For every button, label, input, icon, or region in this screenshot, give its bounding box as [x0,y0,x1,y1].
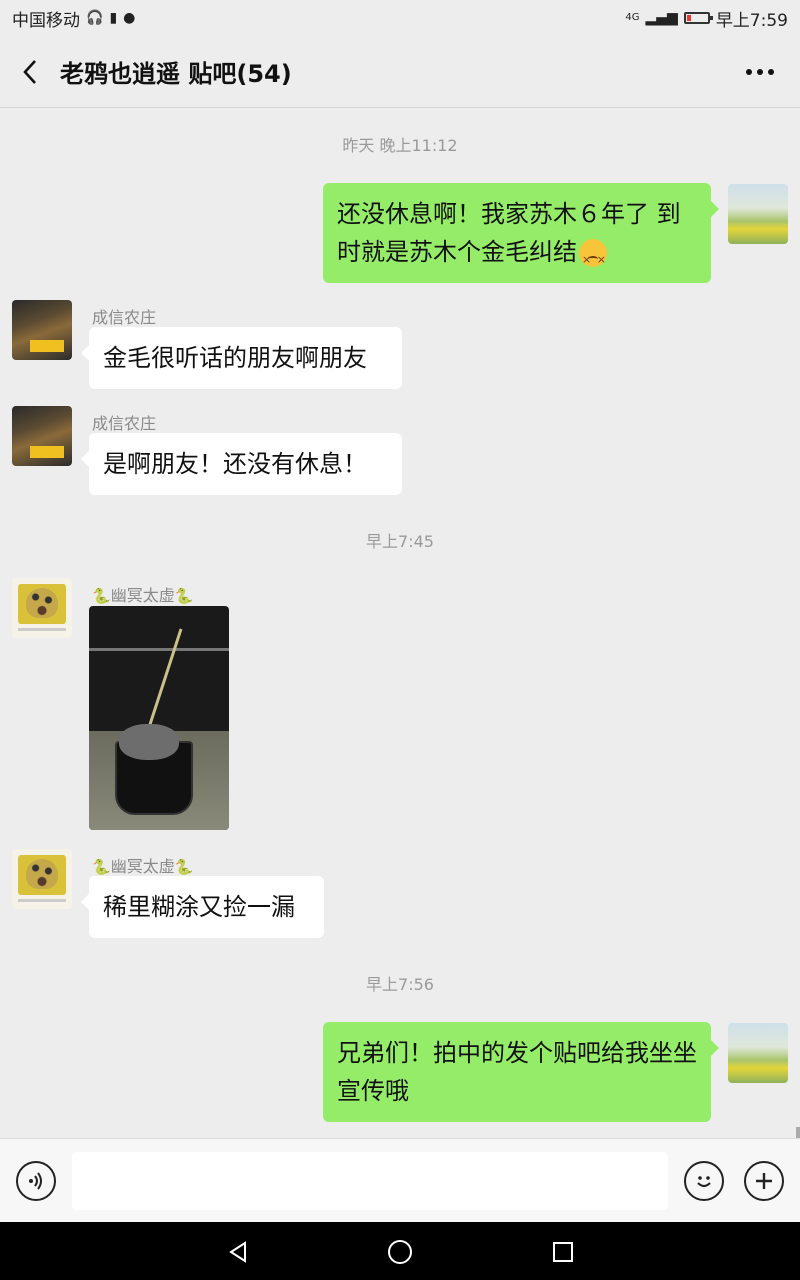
avatar-youming[interactable] [12,849,72,909]
more-button[interactable] [730,36,790,108]
message-image[interactable] [89,606,229,830]
system-home-button[interactable] [380,1232,420,1272]
sender-name: 成信农庄 [92,308,157,327]
circle-home-icon [388,1240,412,1264]
message-text: 稀里糊涂又捡一漏 [103,893,295,921]
network-label: 4G [625,12,640,23]
sender-name: 成信农庄 [92,414,157,433]
message-bubble-outgoing[interactable]: 还没休息啊！我家苏木６年了 到时就是苏木个金毛纠结 [323,183,719,283]
message-bubble-outgoing[interactable]: 兄弟们！拍中的发个贴吧给我坐坐宣传哦 [323,1022,719,1122]
message-bubble-incoming[interactable]: 金毛很听话的朋友啊朋友 [81,327,402,389]
sender-name: 🐍幽冥太虚🐍 [92,586,194,605]
snake-emoji-icon: 🐍 [174,587,194,605]
status-right: 4G ▂▄▆ 早上7:59 [625,6,788,31]
carrier-label: 中国移动 [12,10,80,31]
message-text: 金毛很听话的朋友啊朋友 [103,344,367,372]
sender-name: 🐍幽冥太虚🐍 [92,857,194,876]
system-recents-button[interactable] [543,1232,583,1272]
system-navigation-bar [0,1222,800,1280]
message-text: 还没休息啊！我家苏木６年了 到时就是苏木个金毛纠结 [337,200,681,266]
chevron-left-icon [23,59,36,84]
timestamp: 昨天 晚上11:12 [342,136,458,155]
avatar-self[interactable] [728,1023,788,1083]
message-text: 是啊朋友！还没有休息！ [103,450,367,478]
sim-alert-icon: ▮ [109,10,118,26]
more-actions-button[interactable] [744,1161,784,1201]
message-input[interactable] [72,1152,668,1210]
triangle-back-icon [229,1241,246,1263]
input-bar [0,1138,800,1222]
emoji-icon [697,1176,711,1187]
chat-header: 老鸦也逍遥 贴吧(54) [0,36,800,108]
status-bar: 中国移动 🎧 ▮ ● 4G ▂▄▆ 早上7:59 [0,0,800,36]
emoji-button[interactable] [684,1161,724,1201]
snake-emoji-icon: 🐍 [92,858,111,876]
snake-emoji-icon: 🐍 [174,858,194,876]
battery-icon [683,12,713,24]
system-back-button[interactable] [218,1232,258,1272]
signal-icon: ▂▄▆ [645,10,678,26]
avatar-chengxin[interactable] [12,300,72,360]
timestamp: 早上7:56 [366,975,434,994]
square-recents-icon [553,1242,573,1262]
avatar-youming[interactable] [12,578,72,638]
avatar-self[interactable] [728,184,788,244]
plus-icon [756,1173,772,1189]
persevering-face-emoji-icon [579,239,607,279]
back-button[interactable] [0,36,60,108]
status-time: 早上7:59 [715,10,788,31]
chat-title: 老鸦也逍遥 贴吧(54) [60,60,292,88]
message-bubble-incoming[interactable]: 是啊朋友！还没有休息！ [81,433,402,495]
timestamp: 早上7:45 [366,532,434,551]
snake-emoji-icon: 🐍 [92,587,111,605]
chat-messages[interactable]: 昨天 晚上11:12 还没休息啊！我家苏木６年了 到时就是苏木个金毛纠结 成信农… [0,108,800,1138]
voice-button[interactable] [16,1161,56,1201]
status-left: 中国移动 🎧 ▮ ● [12,6,135,31]
message-text: 兄弟们！拍中的发个贴吧给我坐坐宣传哦 [337,1039,697,1105]
avatar-chengxin[interactable] [12,406,72,466]
headset-icon: 🎧 [86,10,104,26]
message-bubble-incoming[interactable]: 稀里糊涂又捡一漏 [81,876,324,938]
more-dots-icon [746,68,774,75]
voice-icon [29,1172,42,1190]
chat-notification-icon: ● [123,10,136,26]
